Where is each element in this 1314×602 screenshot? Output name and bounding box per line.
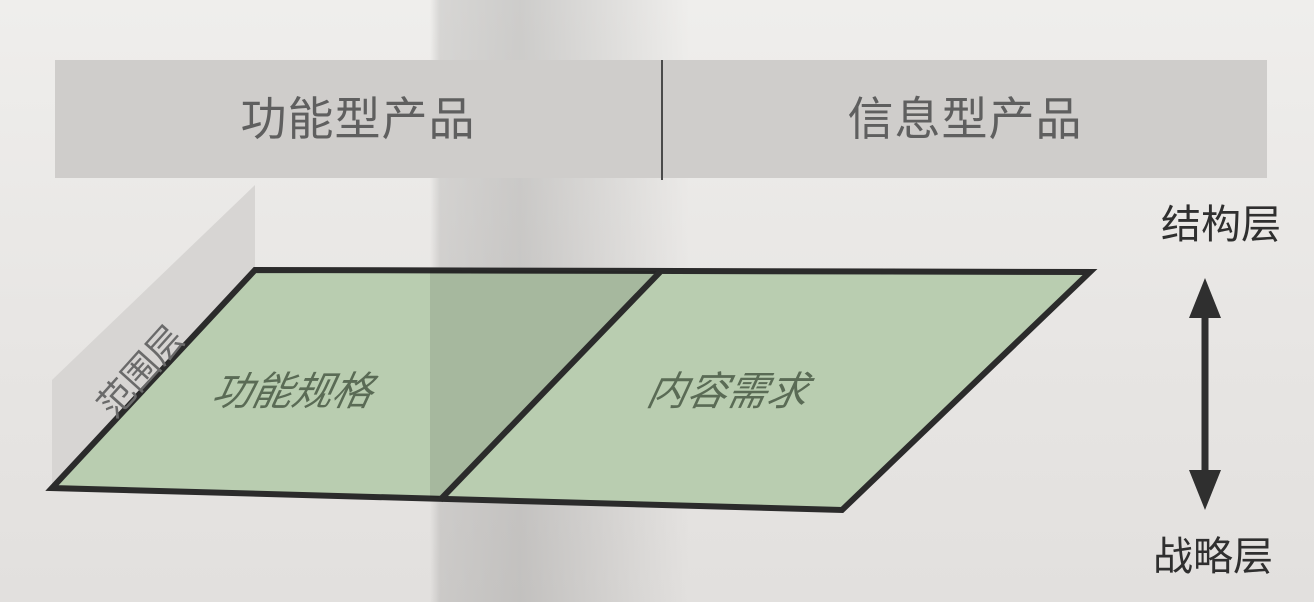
plane-label-content-requirements: 内容需求 bbox=[643, 367, 818, 414]
axis-label-strategy-layer: 战略层 bbox=[1153, 534, 1273, 580]
plane-label-functional-spec: 功能规格 bbox=[208, 367, 382, 414]
scope-layer-diagram: 范围层 功能规格 内容需求 bbox=[45, 185, 1221, 514]
axis-arrow-head-down bbox=[1189, 470, 1221, 510]
diagram-canvas: 功能型产品 信息型产品 范围层 功能规格 内容需求 结构层 战略层 bbox=[0, 0, 1314, 602]
axis-label-structure-layer: 结构层 bbox=[1161, 202, 1281, 248]
axis-arrow-head-up bbox=[1189, 278, 1221, 318]
